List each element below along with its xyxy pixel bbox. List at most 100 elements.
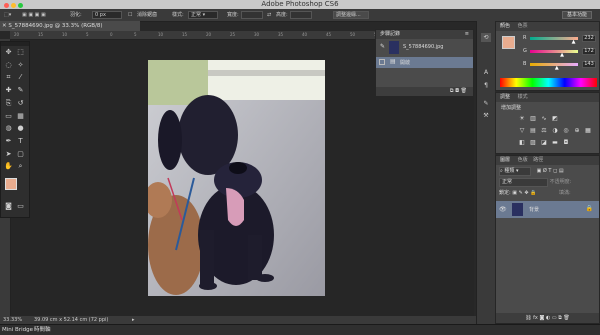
posterize-icon[interactable]: ▨ (529, 139, 537, 146)
style-select[interactable]: 正常 ▾ (188, 11, 218, 19)
brush-presets-icon[interactable]: ✎ (481, 99, 491, 108)
trash-icon[interactable]: 🗑 (461, 88, 473, 94)
curves-icon[interactable]: ∿ (540, 115, 548, 122)
brush-tool-icon[interactable]: ✎ (16, 86, 25, 95)
history-brush-tool-icon[interactable]: ↺ (16, 99, 25, 108)
eyedropper-tool-icon[interactable]: ⁄ (16, 73, 25, 82)
quick-mask-icon[interactable]: ◙ (4, 202, 13, 211)
hue-saturation-icon[interactable]: ▤ (529, 127, 537, 134)
new-snapshot-icon[interactable]: ◘ (455, 88, 459, 94)
layer-row-background[interactable]: 👁 背景 🔒 (496, 201, 599, 218)
selective-color-icon[interactable]: ◘ (562, 139, 570, 146)
feather-input[interactable]: 0 px (92, 11, 122, 19)
width-input[interactable] (241, 11, 263, 19)
add-mask-icon[interactable]: ◙ (540, 315, 545, 321)
minimize-window-button[interactable] (11, 3, 17, 8)
tool-foreground-color[interactable] (5, 178, 17, 190)
gradient-tool-icon[interactable]: ▦ (16, 112, 25, 121)
channel-value-g[interactable]: 172 (582, 48, 596, 55)
exposure-icon[interactable]: ◩ (551, 115, 559, 122)
new-adjustment-layer-icon[interactable]: ◐ (546, 315, 550, 321)
swap-icon[interactable]: ⇄ (267, 9, 271, 21)
brightness-contrast-icon[interactable]: ☀ (518, 115, 526, 122)
document-image[interactable] (148, 60, 325, 296)
character-icon[interactable]: A (481, 68, 491, 77)
channels-tab[interactable]: 色版 (512, 157, 528, 163)
rectangle-tool-icon[interactable]: ▢ (16, 150, 25, 159)
slider-thumb-icon[interactable]: ▲ (560, 52, 564, 58)
layer-style-icon[interactable]: fx (533, 315, 538, 321)
marquee-tool-icon[interactable]: ⬚▾ (4, 9, 11, 21)
delete-layer-icon[interactable]: 🗑 (563, 315, 569, 321)
close-tab-icon[interactable]: ✕ (0, 23, 7, 29)
gradient-map-icon[interactable]: ▬ (551, 139, 559, 146)
color-balance-icon[interactable]: ⚖ (540, 127, 548, 134)
document-tab[interactable]: ✕ S_57884690.jpg @ 33.3% (RGB/8) (0, 21, 140, 31)
channel-value-b[interactable]: 143 (582, 61, 596, 68)
foreground-color-swatch[interactable] (502, 36, 515, 49)
zoom-window-button[interactable] (18, 3, 24, 8)
brush-source-icon[interactable]: ✎ (380, 43, 385, 50)
status-arrow-icon[interactable]: ▸ (132, 316, 135, 324)
photo-filter-icon[interactable]: ◎ (562, 127, 570, 134)
selection-mode-icons[interactable]: ▣ ▣ ▣ ▣ (22, 9, 46, 21)
tool-presets-icon[interactable]: ⚒ (481, 111, 491, 120)
styles-tab[interactable]: 樣式 (512, 94, 528, 100)
workspace-select[interactable]: 基本功能 (561, 11, 592, 19)
adjustments-tab[interactable]: 調整 (500, 94, 510, 100)
color-lookup-icon[interactable]: ▦ (584, 127, 592, 134)
new-group-icon[interactable]: ▭ (552, 315, 557, 321)
history-tab[interactable]: 步驟記錄 (380, 31, 400, 37)
slider-thumb-icon[interactable]: ▲ (555, 65, 559, 71)
history-panel-icon[interactable]: ⟲ (481, 33, 491, 42)
zoom-tool-icon[interactable]: ⌕ (16, 162, 25, 171)
panel-menu-icon[interactable]: ≡ (465, 30, 469, 39)
zoom-level[interactable]: 33.33% (0, 317, 22, 323)
color-spectrum-bar[interactable] (500, 78, 597, 87)
layer-kind-select[interactable]: ⌕ 種類 ▾ (499, 167, 531, 176)
close-window-button[interactable] (4, 3, 9, 8)
swatches-tab[interactable]: 色票 (512, 23, 528, 29)
new-document-from-state-icon[interactable]: ⧉ (450, 88, 454, 94)
quick-select-tool-icon[interactable]: ✧ (16, 61, 25, 70)
paths-tab[interactable]: 路徑 (529, 157, 543, 163)
screen-mode-icon[interactable]: ▭ (16, 202, 25, 211)
history-snapshot-row[interactable]: ✎ S_57884690.jpg (376, 40, 473, 55)
pen-tool-icon[interactable]: ✒ (4, 137, 13, 146)
mini-bridge-tab[interactable]: Mini Bridge (0, 327, 33, 333)
blur-tool-icon[interactable]: ◍ (4, 124, 13, 133)
channel-value-r[interactable]: 232 (582, 35, 596, 42)
channel-mixer-icon[interactable]: ⊕ (573, 127, 581, 134)
move-tool-icon[interactable]: ✥ (4, 48, 13, 57)
vibrance-icon[interactable]: ▽ (518, 127, 526, 134)
threshold-icon[interactable]: ◪ (540, 139, 548, 146)
link-layers-icon[interactable]: ⛓ (525, 315, 531, 321)
paragraph-icon[interactable]: ¶ (481, 81, 491, 90)
crop-tool-icon[interactable]: ⌗ (4, 73, 13, 82)
marquee-tool-icon[interactable]: ⬚ (16, 48, 25, 57)
levels-icon[interactable]: ▥ (529, 115, 537, 122)
clone-stamp-tool-icon[interactable]: ⎘ (4, 99, 13, 108)
layer-filter-icons[interactable]: ▣ Ø T ◻ ▤ (533, 168, 564, 174)
lock-icons[interactable]: ▣ ✎ ✥ 🔒 (512, 190, 536, 196)
tools-panel-grip[interactable] (1, 42, 29, 46)
new-layer-icon[interactable]: ⧉ (558, 315, 562, 321)
history-step-row[interactable]: ▤ 開啟 (376, 57, 473, 68)
eraser-tool-icon[interactable]: ▭ (4, 112, 13, 121)
layers-tab[interactable]: 圖層 (500, 157, 510, 163)
history-step-source-box[interactable] (379, 59, 385, 65)
document-size[interactable]: 39.09 cm x 52.14 cm (72 ppi) (34, 316, 108, 324)
lasso-tool-icon[interactable]: ◌ (4, 61, 13, 70)
invert-icon[interactable]: ◧ (518, 139, 526, 146)
color-tab[interactable]: 顏色 (500, 23, 510, 29)
visibility-eye-icon[interactable]: 👁 (499, 206, 507, 213)
type-tool-icon[interactable]: T (16, 137, 25, 146)
blend-mode-select[interactable]: 正常 (499, 178, 548, 187)
dodge-tool-icon[interactable]: ● (16, 124, 25, 133)
path-select-tool-icon[interactable]: ➤ (4, 150, 13, 159)
refine-edge-button[interactable]: 調整邊緣... (333, 11, 369, 19)
healing-brush-tool-icon[interactable]: ✚ (4, 86, 13, 95)
slider-thumb-icon[interactable]: ▲ (572, 39, 576, 45)
antialias-checkbox[interactable]: ☐ (128, 9, 132, 21)
channel-slider-g[interactable] (530, 50, 578, 53)
